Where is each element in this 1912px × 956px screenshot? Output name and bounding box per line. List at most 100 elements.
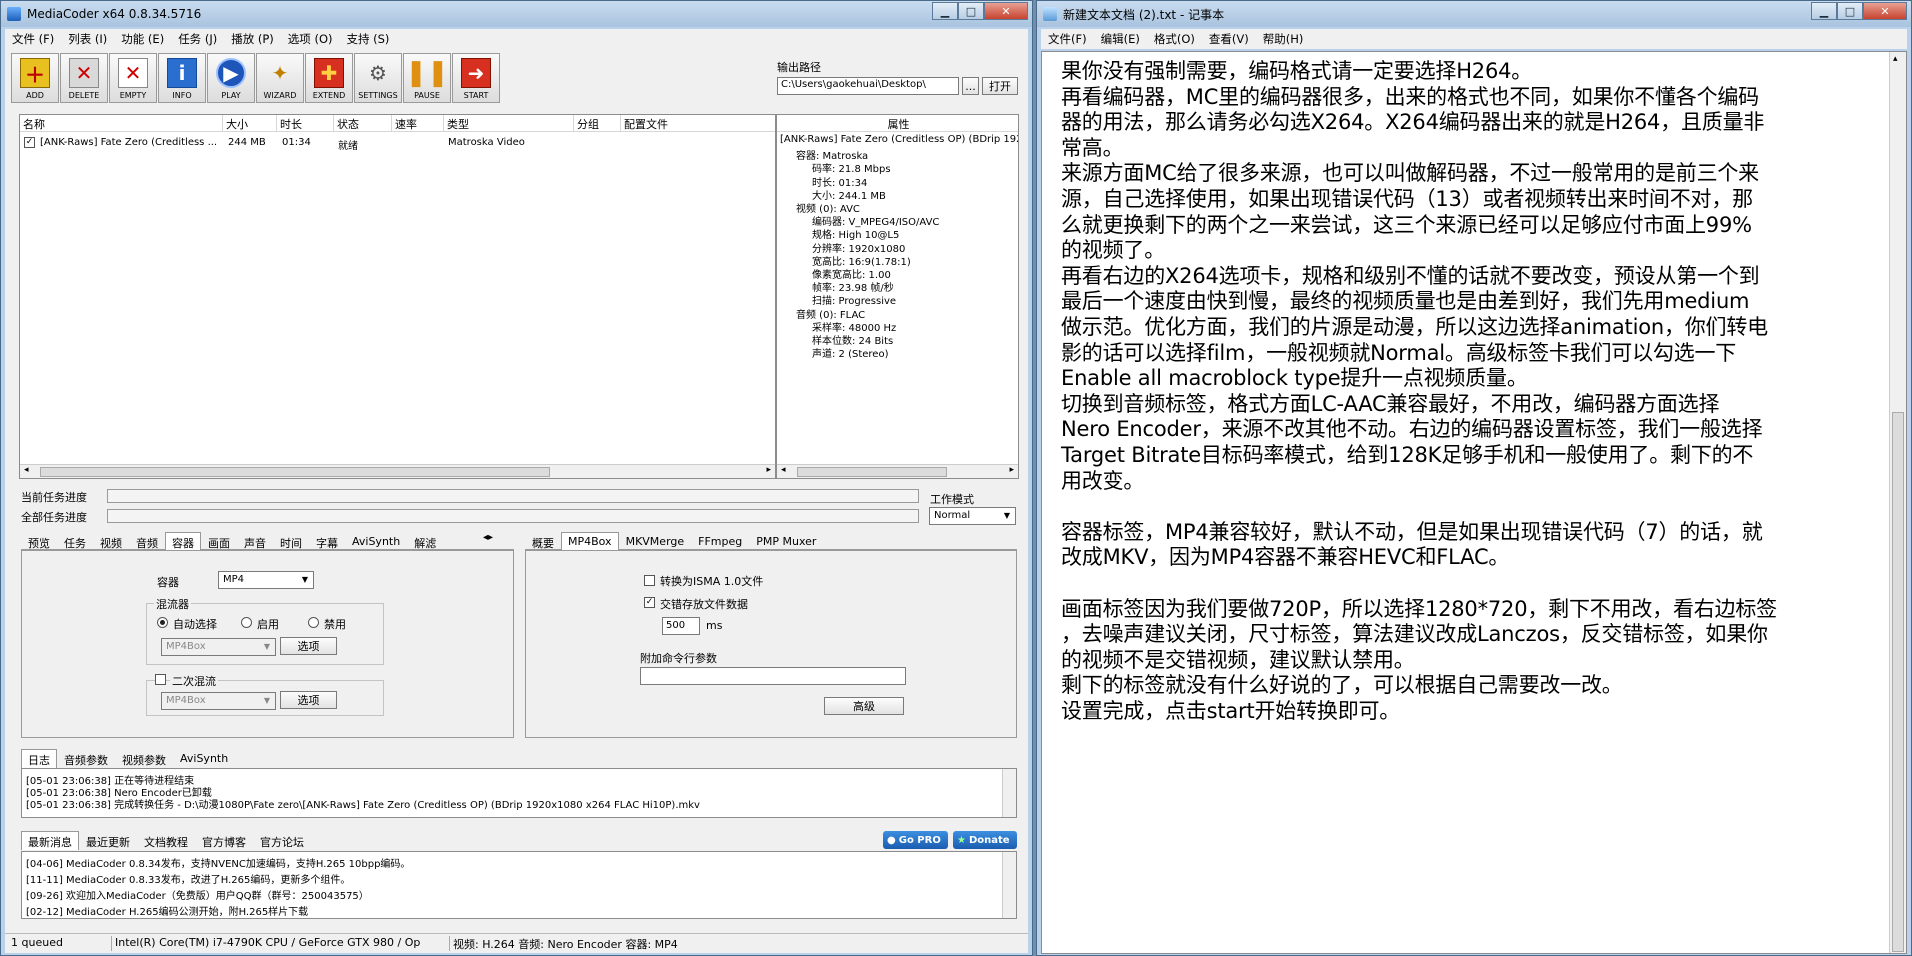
properties-hscroll-thumb[interactable] [797, 467, 947, 477]
radio-enable-label[interactable]: 启用 [257, 616, 279, 632]
notepad-text-area[interactable]: 果你没有强制需要，编码格式请一定要选择H264。 再看编码器，MC里的编码器很多，… [1041, 51, 1907, 954]
cmdline-input[interactable] [640, 667, 906, 685]
row-checkbox[interactable]: ✓ [24, 137, 35, 148]
tab-subtitle[interactable]: 字幕 [309, 532, 345, 550]
tab-forum[interactable]: 官方论坛 [253, 831, 311, 849]
column-status[interactable]: 状态 [334, 115, 392, 132]
muxer-select[interactable]: MP4Box ▼ [161, 638, 276, 656]
settings-button[interactable]: ⚙ SETTINGS [354, 53, 402, 103]
muxer-options-button[interactable]: 选项 [280, 637, 337, 655]
table-row[interactable]: ✓ [ANK-Raws] Fate Zero (Creditless ... 2… [20, 135, 775, 152]
tab-summary[interactable]: 概要 [525, 532, 561, 550]
tab-avisynth[interactable]: AviSynth [345, 532, 407, 549]
column-rate[interactable]: 速率 [392, 115, 444, 132]
tab-audio[interactable]: 音频 [129, 532, 165, 550]
menu-function[interactable]: 功能 (E) [114, 31, 171, 47]
wizard-button[interactable]: ✦ WIZARD [256, 53, 304, 103]
column-size[interactable]: 大小 [223, 115, 277, 132]
news-vscroll[interactable] [1002, 852, 1016, 918]
radio-disable-label[interactable]: 禁用 [324, 616, 346, 632]
menu-task[interactable]: 任务 (J) [171, 31, 224, 47]
np-menu-file[interactable]: 文件(F) [1041, 31, 1094, 47]
container-select[interactable]: MP4 ▼ [218, 571, 314, 589]
work-mode-select[interactable]: Normal ▼ [929, 507, 1016, 525]
tab-scroll-right-icon[interactable]: ▸ [488, 532, 493, 543]
menu-options[interactable]: 选项 (O) [281, 31, 340, 47]
column-name[interactable]: 名称 [20, 115, 223, 132]
play-button[interactable]: ▶ PLAY [207, 53, 255, 103]
interleave-label[interactable]: 交错存放文件数据 [660, 596, 748, 612]
isma-checkbox[interactable] [644, 575, 655, 586]
file-list-hscroll[interactable]: ◂ ▸ [20, 464, 775, 478]
tab-ffmpeg[interactable]: FFmpeg [691, 532, 749, 549]
tab-blog[interactable]: 官方博客 [195, 831, 253, 849]
tab-latest-news[interactable]: 最新消息 [21, 831, 79, 850]
advanced-button[interactable]: 高级 [824, 697, 904, 715]
minimize-button[interactable]: ▁ [932, 2, 958, 20]
tab-container[interactable]: 容器 [165, 532, 201, 550]
pause-button[interactable]: ❚❚ PAUSE [403, 53, 451, 103]
column-type[interactable]: 类型 [444, 115, 574, 132]
second-mux-label[interactable]: 二次混流 [170, 673, 218, 689]
scroll-right-icon[interactable]: ▸ [1009, 465, 1014, 475]
tab-audio-params[interactable]: 音频参数 [57, 749, 115, 767]
file-list[interactable]: 名称 大小 时长 状态 速率 类型 分组 配置文件 ✓ [ANK-Raws] F… [19, 114, 776, 479]
scroll-up-icon[interactable]: ▴ [1893, 54, 1898, 64]
info-button[interactable]: i INFO [158, 53, 206, 103]
tab-log-avisynth[interactable]: AviSynth [173, 749, 235, 767]
scroll-left-icon[interactable]: ◂ [24, 465, 29, 475]
donate-button[interactable]: ★ Donate [953, 831, 1017, 849]
notepad-vscroll[interactable]: ▴ [1889, 52, 1906, 953]
interleave-value-input[interactable]: 500 [662, 617, 700, 635]
scroll-left-icon[interactable]: ◂ [781, 465, 786, 475]
news-line[interactable]: [04-06] MediaCoder 0.8.34发布，支持NVENC加速编码，… [26, 855, 410, 870]
interleave-checkbox[interactable]: ✓ [644, 597, 655, 608]
tab-scroll-arrows[interactable]: ◂▸ [483, 532, 494, 543]
log-box[interactable]: [05-01 23:06:38] 正在等待进程结束 [05-01 23:06:3… [21, 768, 1017, 818]
add-button[interactable]: ＋ ADD [11, 53, 59, 103]
tab-time[interactable]: 时间 [273, 532, 309, 550]
delete-button[interactable]: ✕ DELETE [60, 53, 108, 103]
output-path-input[interactable]: C:\Users\gaokehuai\Desktop\ [777, 77, 959, 95]
np-menu-help[interactable]: 帮助(H) [1256, 31, 1311, 47]
tab-picture[interactable]: 画面 [201, 532, 237, 550]
extend-button[interactable]: ✚ EXTEND [305, 53, 353, 103]
column-duration[interactable]: 时长 [277, 115, 334, 132]
notepad-titlebar[interactable]: 新建文本文档 (2).txt - 记事本 ▁ □ ✕ [1037, 1, 1911, 27]
tab-filter[interactable]: 解滤 [407, 532, 443, 550]
minimize-button[interactable]: ▁ [1811, 2, 1837, 20]
np-menu-format[interactable]: 格式(O) [1147, 31, 1202, 47]
second-mux-select[interactable]: MP4Box ▼ [161, 692, 276, 710]
maximize-button[interactable]: □ [958, 2, 984, 20]
tab-preview[interactable]: 预览 [21, 532, 57, 550]
mediacoder-titlebar[interactable]: MediaCoder x64 0.8.34.5716 ▁ □ ✕ [1, 1, 1032, 27]
open-folder-button[interactable]: 打开 [982, 77, 1018, 95]
column-profile[interactable]: 配置文件 [621, 115, 775, 132]
go-pro-button[interactable]: ● Go PRO [883, 831, 948, 849]
tab-mkvmerge[interactable]: MKVMerge [619, 532, 692, 549]
empty-button[interactable]: ✕ EMPTY [109, 53, 157, 103]
tab-log[interactable]: 日志 [21, 749, 57, 768]
menu-support[interactable]: 支持 (S) [339, 31, 396, 47]
radio-auto[interactable] [157, 617, 168, 628]
isma-label[interactable]: 转换为ISMA 1.0文件 [660, 573, 763, 589]
second-mux-options-button[interactable]: 选项 [280, 691, 337, 709]
tab-mp4box[interactable]: MP4Box [561, 532, 619, 550]
properties-hscroll[interactable]: ◂ ▸ [777, 464, 1018, 478]
second-mux-checkbox[interactable] [155, 674, 166, 685]
tab-docs[interactable]: 文档教程 [137, 831, 195, 849]
notepad-vscroll-thumb[interactable] [1892, 412, 1904, 952]
news-line[interactable]: [09-26] 欢迎加入MediaCoder（免费版）用户QQ群（群号：2500… [26, 887, 369, 902]
radio-auto-label[interactable]: 自动选择 [173, 616, 217, 632]
tab-sound[interactable]: 声音 [237, 532, 273, 550]
tab-video[interactable]: 视频 [93, 532, 129, 550]
browse-button[interactable]: ... [962, 77, 979, 95]
property-item[interactable]: 声道: 2 (Stereo) [812, 345, 888, 360]
radio-disable[interactable] [308, 617, 319, 628]
tab-pmp-muxer[interactable]: PMP Muxer [749, 532, 823, 549]
maximize-button[interactable]: □ [1837, 2, 1863, 20]
menu-file[interactable]: 文件 (F) [5, 31, 61, 47]
properties-panel[interactable]: 属性 [ANK-Raws] Fate Zero (Creditless OP) … [776, 114, 1019, 479]
news-box[interactable]: [04-06] MediaCoder 0.8.34发布，支持NVENC加速编码，… [21, 851, 1017, 919]
scroll-right-icon[interactable]: ▸ [766, 465, 771, 475]
